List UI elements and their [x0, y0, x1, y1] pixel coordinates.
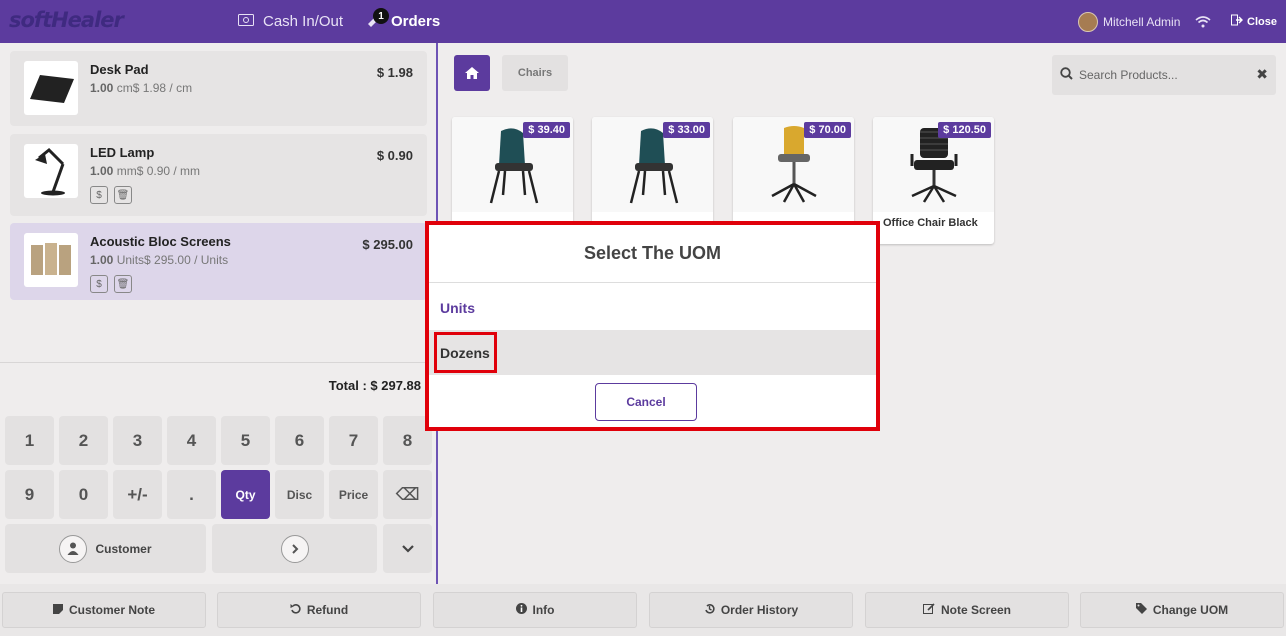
cancel-button[interactable]: Cancel	[595, 383, 697, 421]
dialog-title: Select The UOM	[429, 225, 876, 283]
uom-option-units[interactable]: Units	[429, 285, 876, 330]
highlight-box	[434, 332, 497, 373]
uom-dialog: Select The UOM Units Dozens Cancel	[425, 221, 880, 431]
